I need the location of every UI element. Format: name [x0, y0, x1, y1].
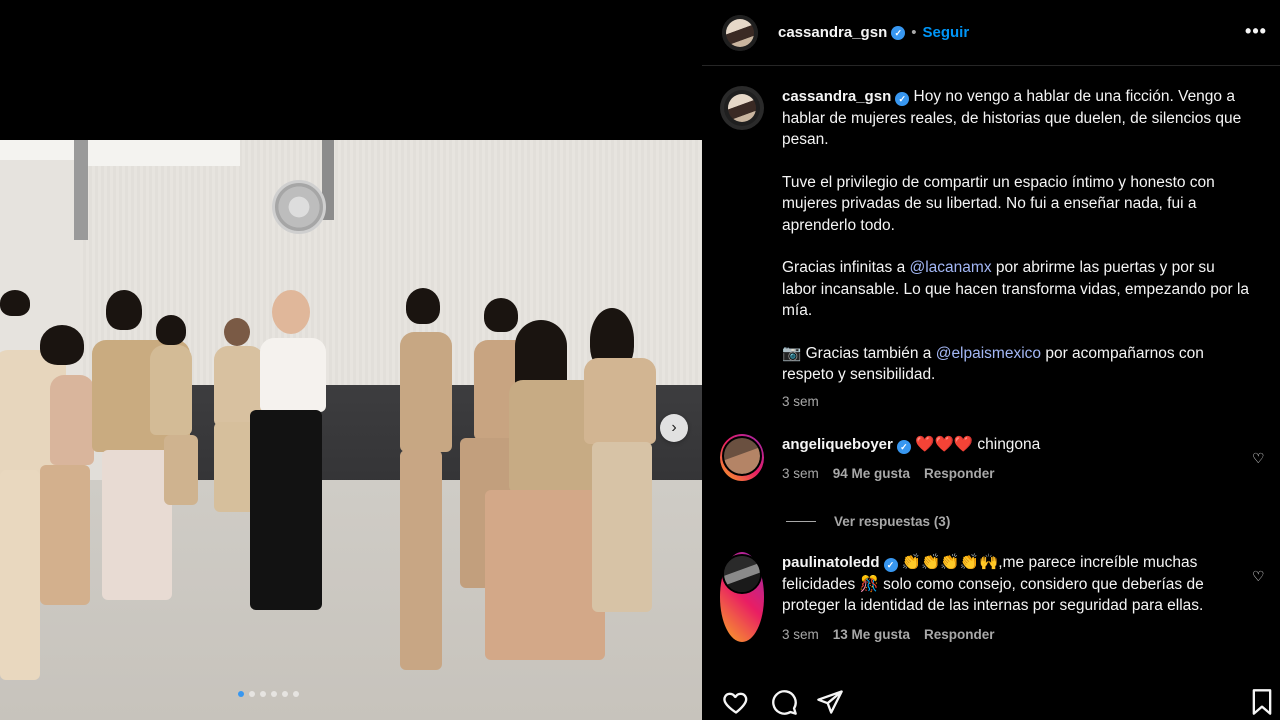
carousel-dot[interactable] [238, 691, 244, 697]
reply-button[interactable]: Responder [924, 466, 995, 481]
photo-fan [272, 180, 326, 234]
caption-username[interactable]: cassandra_gsn [782, 88, 891, 105]
like-heart-icon[interactable] [722, 688, 750, 716]
author-avatar[interactable] [722, 14, 758, 51]
comment-time[interactable]: 3 sem [782, 466, 819, 481]
post-header: cassandra_gsn ✓ • Seguir ••• [702, 0, 1280, 66]
carousel-dot[interactable] [260, 691, 266, 697]
replies-divider-line [786, 521, 816, 522]
more-options-icon[interactable]: ••• [1244, 20, 1268, 44]
separator-dot: • [911, 24, 917, 41]
post-side-panel: cassandra_gsn ✓ • Seguir ••• cassandra_g… [702, 0, 1280, 720]
reply-button[interactable]: Responder [924, 627, 995, 642]
view-replies-button[interactable]: Ver respuestas (3) [786, 514, 950, 529]
share-paper-plane-icon[interactable] [816, 688, 844, 716]
comment-meta: 3 sem 13 Me gusta Responder [782, 627, 1252, 642]
save-bookmark-icon[interactable] [1248, 688, 1276, 716]
verified-badge-icon: ✓ [895, 92, 910, 106]
author-username[interactable]: cassandra_gsn [778, 24, 887, 41]
commenter-avatar[interactable] [720, 552, 764, 642]
caption-meta: 3 sem [782, 394, 1252, 409]
caption-paragraph: Gracias infinitas a @lacanamx por abrirm… [782, 257, 1252, 322]
comment-bubble-icon[interactable] [770, 688, 798, 716]
caption-text: Gracias infinitas a [782, 259, 910, 276]
carousel-dot[interactable] [271, 691, 277, 697]
mention-link[interactable]: @lacanamx [910, 259, 992, 276]
post-action-bar [702, 676, 1280, 720]
caption-text: 📷 Gracias también a [782, 344, 936, 362]
verified-badge-icon: ✓ [891, 25, 906, 40]
comment-like-heart-icon[interactable]: ♡ [1252, 450, 1266, 466]
carousel-next-button[interactable]: › [660, 414, 688, 442]
follow-button[interactable]: Seguir [923, 24, 970, 41]
comment-item: paulinatoledd ✓ 👏👏👏👏🙌,me parece increíble… [720, 552, 1252, 642]
comment-likes[interactable]: 94 Me gusta [833, 466, 910, 481]
post-photo[interactable]: › [0, 140, 702, 720]
verified-badge-icon: ✓ [896, 440, 911, 454]
comment-text: paulinatoledd ✓ 👏👏👏👏🙌,me parece increíble… [782, 552, 1252, 617]
view-replies-label[interactable]: Ver respuestas (3) [834, 514, 950, 529]
carousel-dot[interactable] [282, 691, 288, 697]
author-avatar[interactable] [720, 86, 764, 130]
commenter-avatar[interactable] [720, 434, 764, 481]
carousel-dot[interactable] [293, 691, 299, 697]
caption-paragraph: 📷 Gracias también a @elpaismexico por ac… [782, 343, 1252, 386]
commenter-username[interactable]: paulinatoledd [782, 554, 880, 571]
comment-like-heart-icon[interactable]: ♡ [1252, 568, 1266, 584]
caption-time[interactable]: 3 sem [782, 394, 819, 409]
comment-meta: 3 sem 94 Me gusta Responder [782, 466, 1252, 481]
carousel-dots [238, 691, 299, 697]
post-media: › [0, 0, 702, 720]
photo-pipe [74, 140, 88, 240]
mention-link[interactable]: @elpaismexico [936, 345, 1041, 362]
comment-time[interactable]: 3 sem [782, 627, 819, 642]
caption: cassandra_gsn ✓ Hoy no vengo a hablar de … [720, 86, 1252, 409]
comment-text: angeliqueboyer ✓ ❤️❤️❤️ chingona [782, 434, 1252, 456]
comments-scroll-area[interactable]: cassandra_gsn ✓ Hoy no vengo a hablar de … [702, 66, 1280, 676]
verified-badge-icon: ✓ [883, 558, 898, 572]
carousel-dot[interactable] [249, 691, 255, 697]
comment-likes[interactable]: 13 Me gusta [833, 627, 910, 642]
caption-paragraph: cassandra_gsn ✓ Hoy no vengo a hablar de … [782, 86, 1252, 151]
comment-body: ❤️❤️❤️ chingona [915, 436, 1041, 453]
comment-item: angeliqueboyer ✓ ❤️❤️❤️ chingona 3 sem 94… [720, 434, 1252, 481]
caption-paragraph: Tuve el privilegio de compartir un espac… [782, 173, 1215, 234]
commenter-username[interactable]: angeliqueboyer [782, 436, 893, 453]
